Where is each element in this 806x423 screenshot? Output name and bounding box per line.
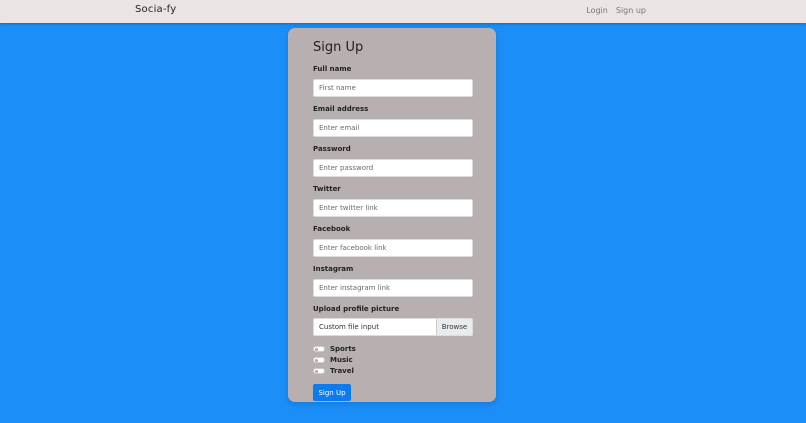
toggle-switch-icon[interactable] [313,346,325,352]
file-input-text: Custom file input [319,323,379,331]
toggle-travel-label: Travel [330,367,354,375]
full-name-label: Full name [313,65,352,73]
twitter-label: Twitter [313,185,341,193]
toggle-travel[interactable]: Travel [313,367,354,375]
upload-label: Upload profile picture [313,305,400,313]
facebook-input[interactable] [313,239,473,257]
facebook-label: Facebook [313,225,351,233]
email-label: Email address [313,105,369,113]
navbar: Socia-fy Login Sign up [0,0,806,23]
toggle-music[interactable]: Music [313,356,353,364]
instagram-label: Instagram [313,265,354,273]
toggle-sports[interactable]: Sports [313,345,356,353]
toggle-switch-icon[interactable] [313,368,325,374]
twitter-input[interactable] [313,199,473,217]
file-input[interactable]: Custom file input Browse [313,318,473,336]
signup-card: Sign Up Full name Email address Password… [288,28,496,402]
instagram-input[interactable] [313,279,473,297]
browse-button[interactable]: Browse [436,319,472,335]
email-input[interactable] [313,119,473,137]
form-title: Sign Up [313,40,364,55]
toggle-sports-label: Sports [330,345,356,353]
toggle-music-label: Music [330,356,353,364]
full-name-input[interactable] [313,79,473,97]
signup-submit-button[interactable]: Sign Up [313,384,351,401]
brand-logo[interactable]: Socia-fy [135,4,176,15]
toggle-switch-icon[interactable] [313,357,325,363]
nav-signup-link[interactable]: Sign up [616,6,646,15]
nav-links: Login Sign up [586,6,646,15]
password-input[interactable] [313,159,473,177]
password-label: Password [313,145,351,153]
nav-login-link[interactable]: Login [586,6,608,15]
